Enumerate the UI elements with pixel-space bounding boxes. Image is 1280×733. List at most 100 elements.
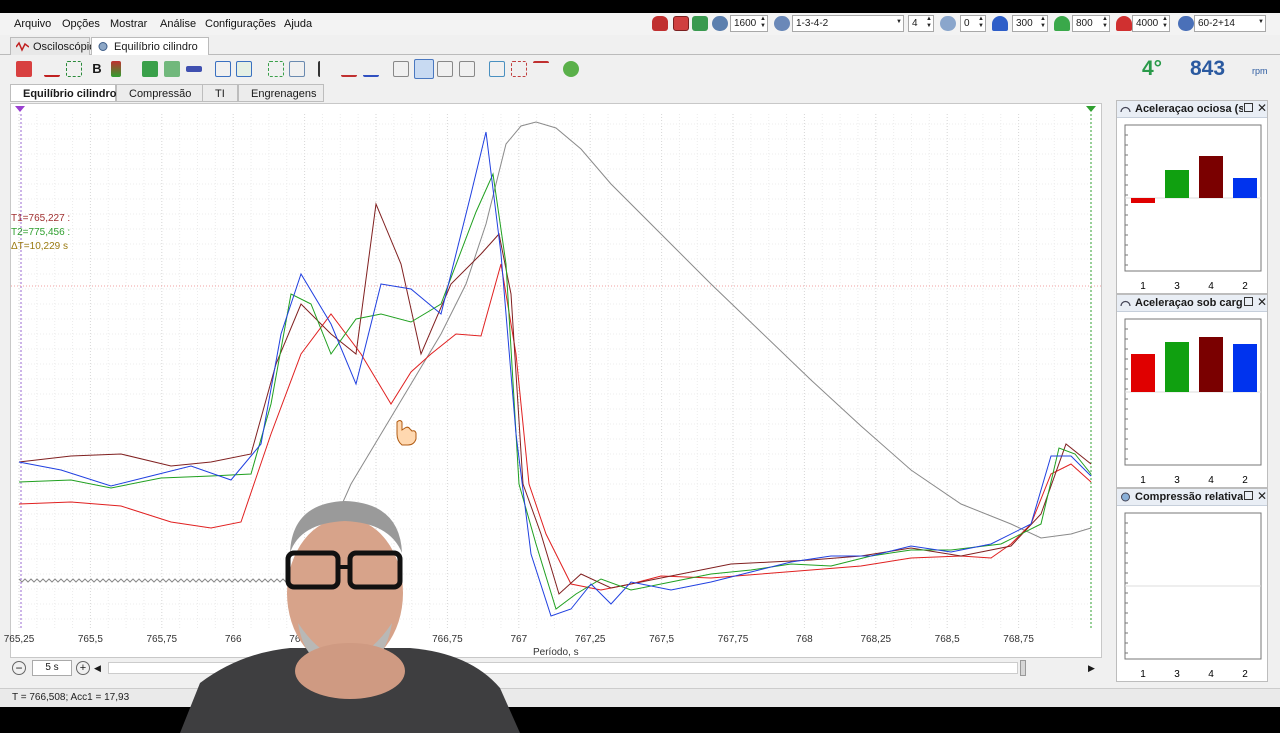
zoom-in-icon[interactable] — [142, 61, 158, 77]
close-icon[interactable]: ✕ — [1257, 489, 1267, 503]
close-icon[interactable]: ✕ — [1257, 295, 1267, 309]
field-4[interactable]: 4 ▲ ▼ — [908, 15, 934, 32]
layout1-icon[interactable] — [393, 61, 409, 77]
plot-canvas[interactable] — [11, 104, 1101, 657]
gauge-icon — [1120, 300, 1131, 307]
cursor-t1-marker[interactable] — [15, 106, 25, 112]
bar-label: 1 — [1140, 669, 1146, 680]
field-1600[interactable]: 1600 ▲ ▼ — [730, 15, 768, 32]
bar-cylinder-2 — [1233, 178, 1257, 198]
bar-cylinder-1 — [1131, 354, 1155, 392]
bar-label: 1 — [1140, 475, 1146, 486]
panel-idle-acceleration: Aceleraçao ociosa (s ✕ 1 3 4 2 — [1116, 100, 1268, 294]
table-icon[interactable] — [489, 61, 505, 77]
field-0[interactable]: 0 ▲ ▼ — [960, 15, 986, 32]
car-icon[interactable] — [652, 16, 668, 31]
bar-label: 4 — [1208, 281, 1214, 292]
histogram-icon[interactable] — [341, 61, 357, 77]
close-icon[interactable]: ✕ — [1257, 101, 1267, 115]
scroll-left-icon[interactable]: ◀ — [94, 660, 106, 676]
export-icon[interactable] — [236, 61, 252, 77]
gear-icon — [1178, 16, 1194, 31]
menu-configuracoes[interactable]: Configurações — [205, 18, 276, 30]
layout3-icon[interactable] — [437, 61, 453, 77]
subtab-ti[interactable]: TI — [202, 84, 238, 102]
panel-header: Aceleraçao ociosa (s ✕ — [1117, 101, 1267, 118]
gauge-red-icon — [1116, 16, 1132, 31]
layout2-icon[interactable] — [414, 59, 434, 79]
bar-cylinder-1 — [1131, 198, 1155, 203]
temperature-value: 4° — [1142, 57, 1163, 80]
markers-icon[interactable] — [111, 61, 121, 77]
maximize-icon[interactable] — [1244, 103, 1253, 112]
bold-icon[interactable]: B — [89, 61, 105, 77]
menu-ajuda[interactable]: Ajuda — [284, 18, 312, 30]
gauge-blue-icon — [992, 16, 1008, 31]
gauge-icon — [1120, 106, 1131, 113]
zoom-level[interactable]: 5 s — [32, 660, 72, 676]
axis-icon[interactable] — [318, 61, 334, 77]
cursor-dt-text: ΔT=10,229 s — [11, 241, 68, 252]
cursor-t2-text: T2=775,456 : — [11, 227, 71, 238]
scroll-right-icon[interactable]: ▶ — [1088, 660, 1100, 676]
bar-chart-compression: 1 3 4 2 — [1124, 512, 1262, 680]
x-tick-label: 767,75 — [717, 634, 749, 645]
firing-order-select[interactable]: 1-3-4-2 ▼ — [792, 15, 904, 32]
x-tick-label: 765,75 — [146, 634, 178, 645]
bar-icon[interactable] — [186, 66, 202, 72]
app-window: Arquivo Opções Mostrar Análise Configura… — [0, 13, 1280, 733]
zoom-out-icon[interactable] — [164, 61, 180, 77]
menu-mostrar[interactable]: Mostrar — [110, 18, 147, 30]
x-axis-label: Período, s — [533, 647, 579, 658]
zoom-out-button[interactable]: − — [12, 661, 26, 675]
x-tick-label: 767,25 — [574, 634, 606, 645]
settings-icon[interactable] — [563, 61, 579, 77]
move-icon[interactable] — [268, 61, 284, 77]
arrow-icon[interactable] — [533, 61, 549, 77]
x-tick-label: 768 — [796, 634, 813, 645]
chart-icon[interactable] — [363, 61, 379, 77]
tab-label: Osciloscópio — [33, 41, 96, 53]
scroll-thumb[interactable] — [1020, 660, 1026, 676]
fit-icon[interactable] — [289, 61, 305, 77]
cursor-t2-marker[interactable] — [1086, 106, 1096, 112]
trigger-wheel-select[interactable]: 60-2+14 ▼ — [1194, 15, 1266, 32]
bar-label: 1 — [1140, 281, 1146, 292]
zoom-in-button[interactable]: + — [76, 661, 90, 675]
bar-label: 3 — [1174, 669, 1180, 680]
field-4000[interactable]: 4000 ▲ ▼ — [1132, 15, 1170, 32]
document-tabs: Osciloscópio Equilíbrio cilindro — [0, 35, 1280, 55]
bar-cylinder-4 — [1199, 156, 1223, 198]
crop-icon[interactable] — [511, 61, 527, 77]
maximize-icon[interactable] — [1244, 491, 1253, 500]
x-tick-label: 767,5 — [649, 634, 675, 645]
clear-icon[interactable] — [16, 61, 32, 77]
tab-equilibrio-cilindro[interactable]: Equilíbrio cilindro — [91, 37, 209, 55]
lock-icon[interactable] — [692, 16, 708, 31]
tab-osciloscopio[interactable]: Osciloscópio — [10, 37, 95, 55]
record-icon[interactable] — [673, 16, 689, 31]
copy-icon[interactable] — [215, 61, 231, 77]
curve-icon[interactable] — [44, 61, 60, 77]
cylinder-balance-plot[interactable]: T1=765,227 : T2=775,456 : ΔT=10,229 s 76… — [4, 103, 1102, 658]
subtab-compressao[interactable]: Compressão — [116, 84, 210, 102]
field-300[interactable]: 300 ▲ ▼ — [1012, 15, 1048, 32]
subtab-equilibrio[interactable]: Equilíbrio cilindro — [10, 84, 117, 102]
layout4-icon[interactable] — [459, 61, 475, 77]
engine-icon — [712, 16, 728, 31]
menu-opcoes[interactable]: Opções — [62, 18, 100, 30]
gauge-icon — [1121, 492, 1130, 502]
panel-title: Aceleraçao sob carg — [1135, 297, 1243, 309]
field-800[interactable]: 800 ▲ ▼ — [1072, 15, 1110, 32]
menu-arquivo[interactable]: Arquivo — [14, 18, 51, 30]
panel-header: Compressão relativa ✕ — [1117, 489, 1267, 506]
menu-analise[interactable]: Análise — [160, 18, 196, 30]
rpm-value: 843 — [1190, 57, 1226, 80]
range-icon[interactable] — [66, 61, 82, 77]
maximize-icon[interactable] — [1244, 297, 1253, 306]
subtab-engrenagens[interactable]: Engrenagens — [238, 84, 324, 102]
panel-relative-compression: Compressão relativa ✕ 1 3 4 2 — [1116, 488, 1268, 682]
panel-load-acceleration: Aceleraçao sob carg ✕ 1 3 4 2 — [1116, 294, 1268, 488]
rpm-unit: rpm — [1252, 66, 1268, 76]
status-text: T = 766,508; Acc1 = 17,93 — [12, 692, 130, 703]
